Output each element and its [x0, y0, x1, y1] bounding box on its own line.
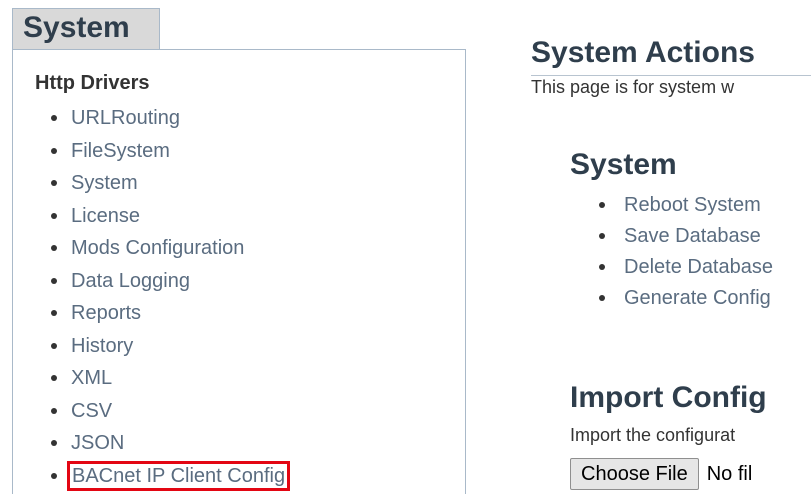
driver-link-csv[interactable]: CSV — [71, 400, 112, 422]
driver-link-license[interactable]: License — [71, 205, 140, 227]
action-item-generate-config: Generate Config — [599, 283, 773, 314]
driver-link-reports[interactable]: Reports — [71, 302, 141, 324]
driver-item-urlrouting: URLRouting — [51, 102, 286, 135]
bullet-icon — [51, 245, 57, 251]
driver-link-mods-configuration[interactable]: Mods Configuration — [71, 237, 244, 259]
driver-item-csv: CSV — [51, 395, 286, 428]
driver-item-mods-configuration: Mods Configuration — [51, 232, 286, 265]
driver-link-xml[interactable]: XML — [71, 367, 112, 389]
bullet-icon — [599, 233, 605, 239]
driver-item-json: JSON — [51, 427, 286, 460]
driver-item-history: History — [51, 330, 286, 363]
title-divider — [531, 75, 811, 76]
bullet-icon — [599, 202, 605, 208]
driver-item-bacnet-ip-client-config: BACnet IP Client Config — [51, 460, 291, 493]
system-panel-tab: System — [12, 8, 160, 49]
system-panel-title: System — [23, 11, 130, 44]
http-drivers-list: URLRouting FileSystem System License Mod… — [51, 102, 291, 493]
driver-item-reports: Reports — [51, 297, 286, 330]
bullet-icon — [599, 264, 605, 270]
driver-link-bacnet-ip-client-config[interactable]: BACnet IP Client Config — [66, 460, 291, 491]
bullet-icon — [51, 147, 57, 154]
bullet-icon — [51, 472, 57, 479]
bullet-icon — [51, 342, 57, 349]
driver-link-history[interactable]: History — [71, 335, 133, 357]
action-item-reboot-system: Reboot System — [599, 190, 773, 221]
driver-item-system: System — [51, 167, 286, 200]
system-section-title: System — [570, 148, 677, 181]
delete-database-link[interactable]: Delete Database — [624, 256, 773, 278]
driver-link-filesystem[interactable]: FileSystem — [71, 140, 170, 162]
file-upload-control: Choose File No fil — [570, 457, 752, 491]
driver-item-filesystem: FileSystem — [51, 135, 286, 168]
bullet-icon — [51, 310, 57, 316]
bullet-icon — [51, 115, 57, 121]
reboot-system-link[interactable]: Reboot System — [624, 194, 761, 216]
choose-file-button[interactable]: Choose File — [570, 458, 699, 490]
driver-link-urlrouting[interactable]: URLRouting — [71, 107, 180, 129]
driver-item-xml: XML — [51, 362, 286, 395]
system-actions-title: System Actions — [531, 36, 755, 69]
system-actions-list: Reboot System Save Database Delete Datab… — [599, 190, 773, 314]
driver-item-data-logging: Data Logging — [51, 265, 286, 298]
http-drivers-panel: Http Drivers URLRouting FileSystem Syste… — [12, 49, 466, 494]
system-actions-description: This page is for system w — [531, 77, 735, 97]
import-config-title: Import Config — [570, 381, 767, 414]
bullet-icon — [51, 375, 57, 381]
bullet-icon — [51, 212, 57, 219]
bullet-icon — [599, 295, 605, 301]
system-page: System Http Drivers URLRouting FileSyste… — [0, 0, 811, 494]
action-item-delete-database: Delete Database — [599, 252, 773, 283]
action-item-save-database: Save Database — [599, 221, 773, 252]
bullet-icon — [51, 277, 57, 284]
bullet-icon — [51, 407, 57, 414]
generate-config-link[interactable]: Generate Config — [624, 287, 771, 309]
driver-link-json[interactable]: JSON — [71, 432, 124, 454]
bullet-icon — [51, 180, 57, 186]
driver-item-license: License — [51, 200, 286, 233]
file-status-text: No fil — [706, 462, 753, 485]
driver-link-data-logging[interactable]: Data Logging — [71, 270, 190, 292]
bullet-icon — [51, 440, 57, 446]
save-database-link[interactable]: Save Database — [624, 225, 761, 247]
import-config-description: Import the configurat — [570, 425, 736, 445]
http-drivers-heading: Http Drivers — [35, 72, 150, 94]
driver-link-system[interactable]: System — [71, 172, 138, 194]
